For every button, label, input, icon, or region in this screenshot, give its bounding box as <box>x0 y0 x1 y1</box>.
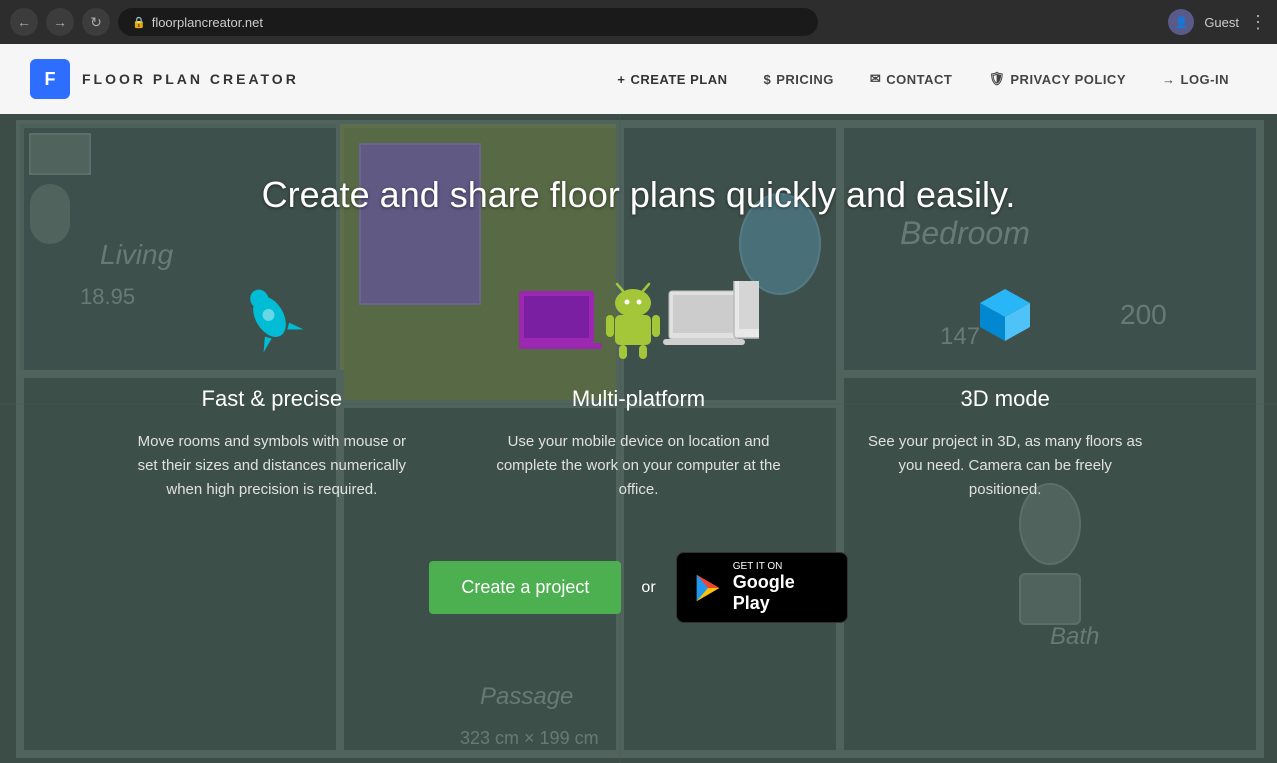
multi-platform-icon-area <box>519 276 759 366</box>
3d-mode-title: 3D mode <box>961 386 1050 412</box>
google-play-button[interactable]: GET IT ON Google Play <box>676 552 848 623</box>
svg-text:Bath: Bath <box>1050 623 1099 650</box>
multi-platform-desc: Use your mobile device on location and c… <box>495 430 782 502</box>
nav-pricing[interactable]: $ PRICING <box>745 64 851 95</box>
fast-precise-title: Fast & precise <box>202 386 343 412</box>
3d-mode-desc: See your project in 3D, as many floors a… <box>862 430 1149 502</box>
rocket-icon <box>232 281 312 361</box>
multi-platform-title: Multi-platform <box>572 386 705 412</box>
nav-create-plan[interactable]: + CREATE PLAN <box>599 64 745 95</box>
user-avatar[interactable]: 👤 <box>1168 9 1194 35</box>
3d-box-icon <box>965 281 1045 361</box>
feature-fast-precise: Fast & precise Move rooms and symbols wi… <box>89 276 456 502</box>
login-icon: → <box>1162 72 1176 87</box>
forward-button[interactable]: → <box>46 8 74 36</box>
logo-icon: F <box>30 59 70 99</box>
multiplatform-icon <box>519 281 759 361</box>
feature-3d-mode: 3D mode See your project in 3D, as many … <box>822 276 1189 502</box>
envelope-icon: ✉ <box>870 71 881 87</box>
3d-mode-icon-area <box>965 276 1045 366</box>
lock-icon: 🔒 <box>132 16 146 29</box>
user-name: Guest <box>1204 15 1239 30</box>
shield-icon: 🛡 <box>988 71 1005 87</box>
feature-multi-platform: Multi-platform Use your mobile device on… <box>455 276 822 502</box>
nav-log-in[interactable]: → LOG-IN <box>1144 64 1247 95</box>
svg-text:323 cm × 199 cm: 323 cm × 199 cm <box>460 728 599 748</box>
features-section: Fast & precise Move rooms and symbols wi… <box>89 276 1189 502</box>
nav-contact[interactable]: ✉ CONTACT <box>852 63 971 95</box>
nav-links: + CREATE PLAN $ PRICING ✉ CONTACT 🛡 PRIV… <box>599 63 1247 95</box>
navbar: F FLOOR PLAN CREATOR + CREATE PLAN $ PRI… <box>0 44 1277 114</box>
refresh-button[interactable]: ↻ <box>82 8 110 36</box>
create-project-button[interactable]: Create a project <box>429 561 621 614</box>
plus-icon: + <box>617 72 625 87</box>
google-play-logo <box>693 572 723 604</box>
logo-text: FLOOR PLAN CREATOR <box>82 71 299 87</box>
back-button[interactable]: ← <box>10 8 38 36</box>
nav-privacy-policy[interactable]: 🛡 PRIVACY POLICY <box>970 63 1144 95</box>
or-text: or <box>641 579 655 597</box>
dollar-icon: $ <box>763 72 771 87</box>
hero-title: Create and share floor plans quickly and… <box>262 174 1016 216</box>
fast-precise-desc: Move rooms and symbols with mouse or set… <box>129 430 416 502</box>
browser-right: 👤 Guest ⋮ <box>1168 9 1267 35</box>
fast-precise-icon-area <box>232 276 312 366</box>
cta-area: Create a project or GET IT ON Google Pla… <box>429 552 847 623</box>
url-text: floorplancreator.net <box>152 15 263 30</box>
menu-dots[interactable]: ⋮ <box>1249 12 1267 33</box>
address-bar[interactable]: 🔒 floorplancreator.net <box>118 8 818 36</box>
site-wrapper: Living 18.95 Bedroom 147 200 Passage 323… <box>0 44 1277 763</box>
browser-chrome: ← → ↻ 🔒 floorplancreator.net 👤 Guest ⋮ <box>0 0 1277 44</box>
google-play-text: GET IT ON Google Play <box>733 561 831 614</box>
svg-text:Passage: Passage <box>480 683 573 710</box>
logo-link[interactable]: F FLOOR PLAN CREATOR <box>30 59 299 99</box>
hero-section: Create and share floor plans quickly and… <box>0 114 1277 623</box>
